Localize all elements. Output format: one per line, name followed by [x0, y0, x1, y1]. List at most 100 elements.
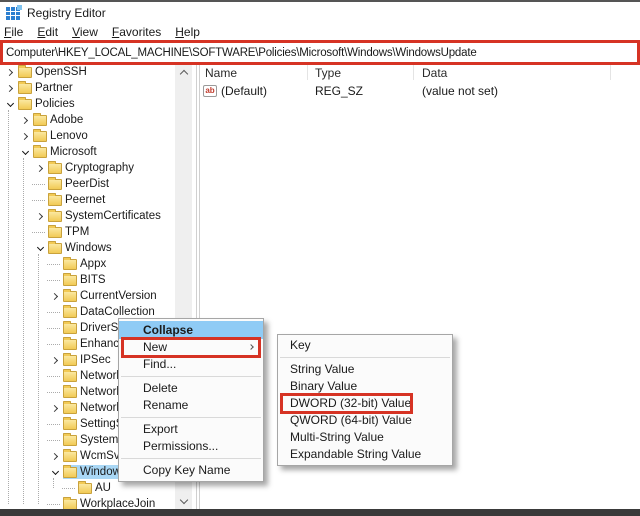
tree-node[interactable]: PeerDist [48, 177, 112, 191]
tree-item-partner[interactable]: Partner [0, 80, 76, 96]
menu-edit[interactable]: Edit [30, 25, 65, 39]
tree-expander-slot[interactable] [18, 118, 33, 123]
tree-expander-slot[interactable] [48, 294, 63, 299]
menu-favorites[interactable]: Favorites [105, 25, 168, 39]
tree-node[interactable]: Cryptography [48, 161, 137, 175]
tree-item-tpm[interactable]: TPM [0, 224, 92, 240]
tree-node[interactable]: Windows [48, 241, 115, 255]
menu-item-permissions[interactable]: Permissions... [119, 438, 263, 455]
tree-node[interactable]: Network [63, 385, 125, 399]
tree-expander-slot[interactable] [3, 70, 18, 75]
scroll-down-button[interactable] [175, 493, 192, 509]
tree-node[interactable]: Network [63, 369, 125, 383]
menu-item-binary-value[interactable]: Binary Value [278, 378, 452, 395]
column-header-type[interactable]: Type [315, 66, 341, 80]
tree-expander-slot[interactable] [33, 166, 48, 171]
tree-node[interactable]: AU [78, 481, 114, 495]
tree-item-microsoft[interactable]: Microsoft [0, 144, 100, 160]
menu-item-collapse[interactable]: Collapse [119, 321, 263, 339]
menu-file[interactable]: File [0, 25, 30, 39]
menu-item-delete[interactable]: Delete [119, 380, 263, 397]
tree-expander-slot[interactable] [48, 358, 63, 363]
chevron-right-icon[interactable] [21, 116, 28, 123]
menu-item-expandable-string-value[interactable]: Expandable String Value [278, 446, 452, 463]
tree-expander-slot[interactable] [48, 406, 63, 411]
menu-item-qword-64-bit-value[interactable]: QWORD (64-bit) Value [278, 412, 452, 429]
tree-expander-slot[interactable] [18, 151, 33, 154]
tree-item-au[interactable]: AU [0, 480, 114, 496]
tree-node[interactable]: Policies [18, 97, 78, 111]
tree-item-bits[interactable]: BITS [0, 272, 109, 288]
menu-help[interactable]: Help [168, 25, 207, 39]
menu-view[interactable]: View [65, 25, 105, 39]
column-header-name[interactable]: Name [205, 66, 237, 80]
tree-node[interactable]: WorkplaceJoin [63, 497, 158, 509]
tree-item-appx[interactable]: Appx [0, 256, 109, 272]
chevron-down-icon[interactable] [7, 99, 14, 106]
tree-node[interactable]: Network [63, 401, 125, 415]
tree-expander-slot[interactable] [48, 454, 63, 459]
tree-node[interactable]: Lenovo [33, 129, 91, 143]
tree-node[interactable]: Appx [63, 257, 109, 271]
tree-expander-slot[interactable] [3, 103, 18, 106]
menu-item-key[interactable]: Key [278, 337, 452, 354]
address-path[interactable]: Computer\HKEY_LOCAL_MACHINE\SOFTWARE\Pol… [3, 47, 477, 59]
tree-expander-slot[interactable] [33, 247, 48, 250]
value-row-default[interactable]: ab (Default) REG_SZ (value not set) [200, 83, 640, 100]
tree-item-wcmsvc[interactable]: WcmSvc [0, 448, 128, 464]
chevron-down-icon[interactable] [37, 243, 44, 250]
menu-item-string-value[interactable]: String Value [278, 361, 452, 378]
menu-item-multi-string-value[interactable]: Multi-String Value [278, 429, 452, 446]
tree-node[interactable]: CurrentVersion [63, 289, 160, 303]
menu-item-export[interactable]: Export [119, 421, 263, 438]
tree-item-system[interactable]: System [0, 432, 121, 448]
tree-node[interactable]: SettingS [63, 417, 126, 431]
tree-node[interactable]: SystemCertificates [48, 209, 164, 223]
tree-node[interactable]: Adobe [33, 113, 86, 127]
tree-item-settings[interactable]: SettingS [0, 416, 126, 432]
chevron-down-icon[interactable] [52, 467, 59, 474]
chevron-right-icon[interactable] [6, 68, 13, 75]
tree-item-network[interactable]: Network [0, 368, 125, 384]
tree-node[interactable]: Peernet [48, 193, 108, 207]
tree-item-network[interactable]: Network [0, 384, 125, 400]
tree-node[interactable]: Partner [18, 81, 76, 95]
column-separator[interactable] [413, 65, 414, 80]
menu-item-find[interactable]: Find... [119, 356, 263, 373]
column-header-data[interactable]: Data [422, 66, 447, 80]
address-bar[interactable]: Computer\HKEY_LOCAL_MACHINE\SOFTWARE\Pol… [0, 40, 640, 65]
tree-expander-slot[interactable] [18, 134, 33, 139]
tree-item-policies[interactable]: Policies [0, 96, 78, 112]
tree-expander-slot[interactable] [33, 214, 48, 219]
tree-item-network[interactable]: Network [0, 400, 125, 416]
chevron-right-icon[interactable] [51, 404, 58, 411]
value-name[interactable]: (Default) [221, 84, 267, 98]
tree-item-openssh[interactable]: OpenSSH [0, 64, 90, 80]
tree-node[interactable]: TPM [48, 225, 92, 239]
tree-item-cryptography[interactable]: Cryptography [0, 160, 137, 176]
chevron-right-icon[interactable] [51, 292, 58, 299]
tree-item-enhance[interactable]: Enhance [0, 336, 128, 352]
tree-expander-slot[interactable] [48, 471, 63, 474]
chevron-right-icon[interactable] [21, 132, 28, 139]
tree-node[interactable]: OpenSSH [18, 65, 90, 79]
tree-item-adobe[interactable]: Adobe [0, 112, 86, 128]
chevron-right-icon[interactable] [51, 356, 58, 363]
menu-item-dword-32-bit-value[interactable]: DWORD (32-bit) Value [278, 395, 452, 412]
tree-item-ipsec[interactable]: IPSec [0, 352, 114, 368]
column-separator[interactable] [307, 65, 308, 80]
tree-item-windows[interactable]: Windows [0, 240, 115, 256]
chevron-right-icon[interactable] [51, 452, 58, 459]
column-separator[interactable] [610, 65, 611, 80]
scroll-up-button[interactable] [175, 64, 192, 80]
menu-item-new[interactable]: New [119, 339, 263, 356]
tree-node[interactable]: BITS [63, 273, 109, 287]
tree-node[interactable]: IPSec [63, 353, 114, 367]
tree-node[interactable]: Microsoft [33, 145, 100, 159]
chevron-right-icon[interactable] [6, 84, 13, 91]
tree-expander-slot[interactable] [3, 86, 18, 91]
tree-item-systemcertificates[interactable]: SystemCertificates [0, 208, 164, 224]
tree-node[interactable]: DataCollection [63, 305, 158, 319]
chevron-right-icon[interactable] [36, 212, 43, 219]
menu-item-copy-key-name[interactable]: Copy Key Name [119, 462, 263, 479]
